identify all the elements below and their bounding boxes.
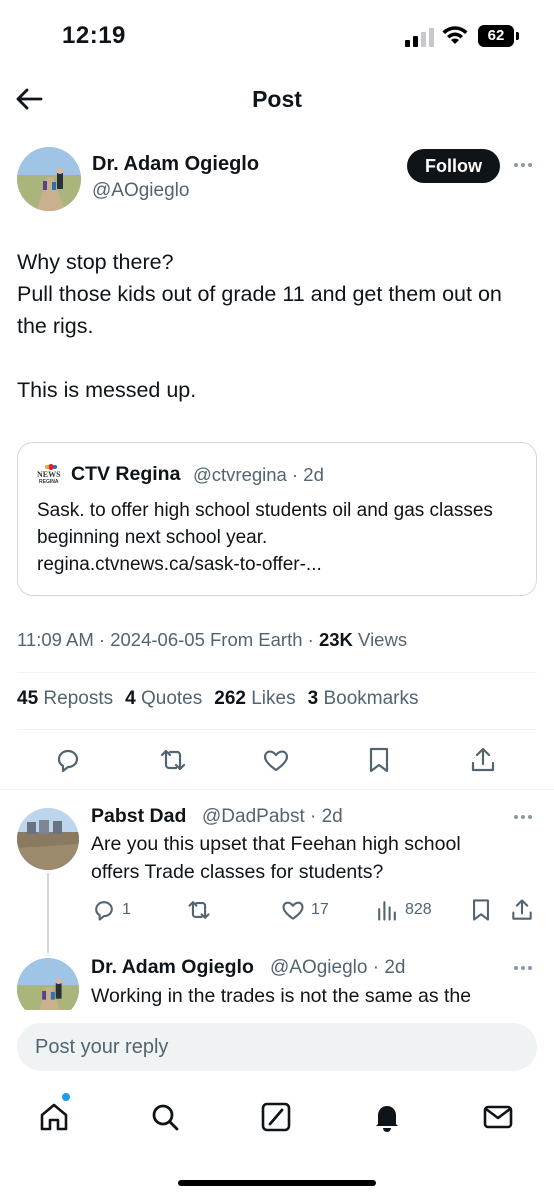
status-bar: 12:19 62	[0, 0, 554, 70]
divider	[17, 672, 537, 673]
signal-icon	[405, 28, 434, 47]
reply-composer	[0, 1010, 554, 1085]
reply-author-name[interactable]: Pabst Dad	[91, 805, 186, 828]
battery-indicator: 62	[478, 25, 519, 47]
reply-text: Are you this upset that Feehan high scho…	[91, 833, 461, 883]
status-time: 12:19	[62, 22, 126, 49]
post-action-bar	[0, 740, 554, 780]
reposts-stat[interactable]: 45 Reposts	[17, 688, 113, 710]
views-label: Views	[352, 629, 408, 650]
like-button[interactable]: 17	[280, 897, 329, 923]
page-title: Post	[252, 86, 302, 112]
reply-text: Working in the trades is not the same as…	[91, 985, 472, 1007]
share-button[interactable]	[509, 897, 535, 923]
reply-button[interactable]: 1	[91, 897, 131, 923]
like-icon	[282, 901, 304, 920]
bookmark-button[interactable]	[468, 897, 494, 923]
home-indicator[interactable]	[178, 1180, 376, 1186]
share-icon	[512, 899, 532, 920]
quote-handle: @ctvregina · 2d	[193, 464, 324, 485]
repost-icon[interactable]	[158, 745, 188, 775]
more-icon[interactable]	[514, 813, 536, 821]
likes-stat[interactable]: 262 Likes	[214, 688, 295, 710]
top-bar: Post	[0, 70, 554, 128]
ctv-news-logo: NEWS REGINA	[37, 463, 65, 485]
svg-text:NEWS: NEWS	[37, 470, 61, 479]
reply-handle[interactable]: @DadPabst · 2d	[202, 806, 343, 828]
views-count: 23K	[318, 629, 353, 650]
divider	[17, 729, 537, 730]
quotes-stat[interactable]: 4 Quotes	[125, 688, 202, 710]
bookmark-icon[interactable]	[364, 745, 394, 775]
view-count: 828	[405, 901, 432, 918]
reply-input[interactable]	[17, 1023, 537, 1071]
views-button[interactable]: 828	[374, 897, 432, 923]
avatar[interactable]	[17, 808, 79, 870]
follow-button[interactable]: Follow	[407, 149, 500, 183]
quote-source-name: CTV Regina	[71, 463, 181, 485]
reply-action-bar: 1 17 828	[0, 897, 554, 925]
bookmarks-stat[interactable]: 3 Bookmarks	[308, 688, 419, 710]
search-icon[interactable]	[148, 1100, 182, 1134]
views-icon	[378, 901, 396, 921]
avatar[interactable]	[17, 147, 81, 211]
post-stats: 45 Reposts 4 Quotes 262 Likes 3 Bookmark…	[17, 688, 418, 710]
quote-text: Sask. to offer high school students oil …	[37, 500, 493, 575]
reply-count: 1	[122, 901, 131, 918]
more-icon[interactable]	[514, 161, 536, 169]
author-name[interactable]: Dr. Adam Ogieglo	[92, 153, 259, 176]
messages-icon[interactable]	[481, 1100, 515, 1134]
svg-text:REGINA: REGINA	[39, 479, 59, 485]
more-icon[interactable]	[514, 964, 536, 972]
post-timestamp: 11:09 AM · 2024-06-05 From Earth ·	[17, 629, 319, 650]
repost-button[interactable]	[186, 897, 212, 923]
reply-author-name[interactable]: Dr. Adam Ogieglo	[91, 956, 254, 979]
post-meta: 11:09 AM · 2024-06-05 From Earth · 23K V…	[17, 629, 407, 651]
repost-icon	[188, 901, 210, 919]
reply-handle[interactable]: @AOgieglo · 2d	[270, 957, 405, 979]
like-icon[interactable]	[261, 745, 291, 775]
home-unread-dot	[62, 1093, 70, 1101]
bottom-tab-bar	[0, 1090, 554, 1150]
divider	[0, 789, 554, 790]
notifications-icon[interactable]	[370, 1100, 404, 1134]
share-icon[interactable]	[468, 745, 498, 775]
like-count: 17	[311, 901, 329, 918]
reply-icon[interactable]	[53, 745, 83, 775]
author-handle[interactable]: @AOgieglo	[92, 180, 189, 202]
quoted-post-card[interactable]: NEWS REGINA CTV Regina @ctvregina · 2d S…	[17, 442, 537, 596]
home-icon[interactable]	[37, 1100, 71, 1134]
grok-icon[interactable]	[259, 1100, 293, 1134]
bookmark-icon	[473, 899, 489, 921]
reply-icon	[95, 901, 113, 921]
post-text: Why stop there? Pull those kids out of g…	[17, 250, 502, 402]
wifi-icon	[442, 26, 468, 44]
